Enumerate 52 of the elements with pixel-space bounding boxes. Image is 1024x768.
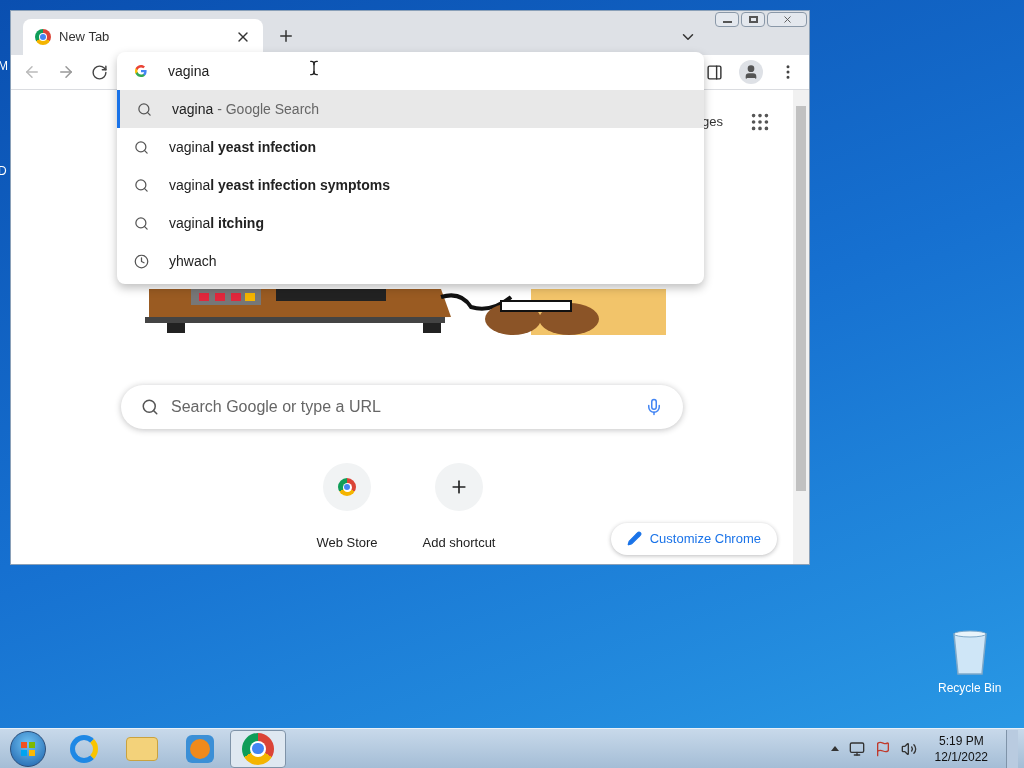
side-panel-icon[interactable] [706, 63, 723, 81]
taskbar-app-button[interactable] [230, 729, 286, 768]
suggestion-item[interactable]: vaginal yeast infection symptoms [117, 166, 704, 204]
browser-tab[interactable]: New Tab [23, 19, 263, 55]
shortcut-label[interactable]: Add shortcut [422, 533, 496, 553]
action-center-flag-icon[interactable] [874, 740, 891, 757]
address-field[interactable]: vagina [168, 60, 288, 82]
chrome-icon [35, 29, 51, 45]
chrome-icon [242, 732, 274, 765]
google-logo-icon [134, 64, 148, 78]
pencil-icon [626, 531, 642, 546]
suggestion-text: vaginal yeast infection symptoms [169, 175, 390, 195]
microphone-icon[interactable] [645, 398, 663, 416]
play-icon [186, 734, 214, 763]
search-icon [137, 101, 152, 117]
minimize-button[interactable] [715, 12, 739, 27]
shortcut-tile[interactable] [323, 463, 371, 511]
suggestion-text: vagina - Google Search [172, 99, 320, 119]
close-icon [781, 14, 793, 25]
suggestion-item[interactable]: vaginal yeast infection [117, 128, 704, 166]
search-icon [134, 177, 149, 193]
apps-grid-icon[interactable] [749, 111, 771, 133]
suggestion-item[interactable]: yhwach [117, 242, 704, 280]
profile-avatar[interactable] [739, 60, 763, 84]
suggestion-item[interactable]: vagina - Google Search [117, 90, 704, 128]
suggestion-text: vaginal itching [169, 213, 264, 233]
trash-bin-icon[interactable] [951, 630, 988, 676]
web-store-icon [338, 478, 356, 496]
suggestion-text: vaginal yeast infection [169, 137, 317, 157]
suggestion-item[interactable]: vaginal itching [117, 204, 704, 242]
network-icon[interactable] [848, 740, 865, 757]
history-icon [134, 253, 149, 269]
forward-icon[interactable] [57, 63, 75, 81]
start-button[interactable] [10, 730, 46, 767]
browser-e-icon [70, 734, 98, 763]
show-hidden-icons-icon[interactable] [830, 746, 839, 751]
scrollbar[interactable] [793, 90, 809, 564]
shortcut-tile[interactable] [435, 463, 483, 511]
restore-button[interactable] [741, 12, 765, 27]
reload-icon[interactable] [91, 63, 108, 81]
suggestion-text: yhwach [169, 251, 217, 271]
search-field[interactable]: Search Google or type a URL [121, 385, 683, 429]
folder-icon [126, 736, 158, 761]
shortcut-label[interactable]: Web Store [316, 533, 378, 553]
search-input[interactable]: Search Google or type a URL [171, 395, 633, 419]
volume-icon[interactable] [900, 740, 917, 757]
search-icon [134, 215, 149, 231]
clock[interactable]: 5:19 PM 12/1/2022 [926, 732, 996, 765]
search-icon [134, 139, 149, 155]
new-tab-icon[interactable] [277, 27, 295, 45]
search-icon [141, 398, 159, 416]
customize-chrome-button[interactable]: Customize Chrome [610, 522, 777, 555]
